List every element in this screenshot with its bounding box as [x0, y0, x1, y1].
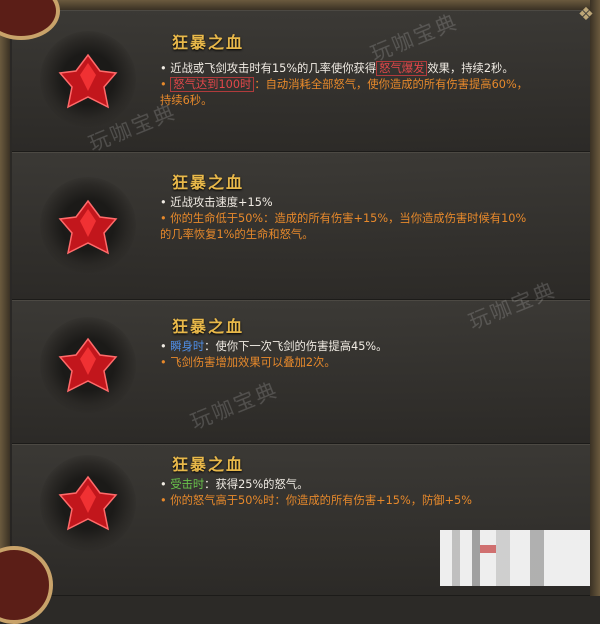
skill-line: • 近战攻击速度+15%: [160, 196, 273, 209]
skill-line: • 你的生命低于50%：造成的所有伤害+15%，当你造成伤害时候有10%: [160, 212, 527, 225]
mosaic-red-block: [480, 545, 496, 553]
red-gem-icon: [58, 475, 118, 531]
skill-line: • 近战或飞剑攻击时有15%的几率使你获得 怒气爆发 效果，持续2秒。: [160, 61, 514, 76]
skill-line: 持续6秒。: [160, 94, 213, 107]
skill-title: 狂暴之血: [172, 455, 245, 474]
skill-card-1[interactable]: 狂暴之血 • 近战或飞剑攻击时有15%的几率使你获得 怒气爆发 效果，持续2秒。 •…: [12, 10, 590, 152]
skill-card-3[interactable]: 狂暴之血 • 瞬身时：使你下一次飞剑的伤害提高45%。 • 飞剑伤害增加效果可以…: [12, 300, 590, 444]
skill-line: • 瞬身时：使你下一次飞剑的伤害提高45%。: [160, 340, 388, 353]
skill-line: • 受击时：获得25%的怒气。: [160, 478, 309, 491]
keyword-rage-burst: 怒气爆发: [376, 61, 428, 76]
skill-line: 的几率恢复1%的生命和怒气。: [160, 228, 314, 241]
skill-line: • 你的怒气高于50%时：你造成的所有伤害+15%，防御+5%: [160, 494, 472, 507]
skill-card-2[interactable]: 狂暴之血 • 近战攻击速度+15% • 你的生命低于50%：造成的所有伤害+15…: [12, 152, 590, 300]
skill-line: • 飞剑伤害增加效果可以叠加2次。: [160, 356, 336, 369]
pixelated-mosaic: [440, 530, 590, 586]
skill-panel: 狂暴之血 • 近战或飞剑攻击时有15%的几率使你获得 怒气爆发 效果，持续2秒。 •…: [0, 0, 600, 624]
left-border: [0, 0, 10, 596]
red-gem-icon: [58, 199, 118, 255]
right-border: [590, 0, 600, 596]
red-gem-icon: [58, 337, 118, 393]
red-gem-icon: [58, 53, 118, 109]
corner-ornament-icon: ❖: [577, 4, 594, 25]
keyword-on-hit: 受击时: [170, 478, 205, 491]
top-border: [0, 0, 600, 10]
keyword-blink: 瞬身时: [170, 340, 205, 353]
keyword-rage-full: 怒气达到100时: [170, 77, 255, 92]
skill-line: • 怒气达到100时 ：自动消耗全部怒气，使你造成的所有伤害提高60%，: [160, 77, 528, 92]
skill-title: 狂暴之血: [172, 317, 245, 336]
skill-title: 狂暴之血: [172, 33, 245, 52]
skill-title: 狂暴之血: [172, 173, 245, 192]
